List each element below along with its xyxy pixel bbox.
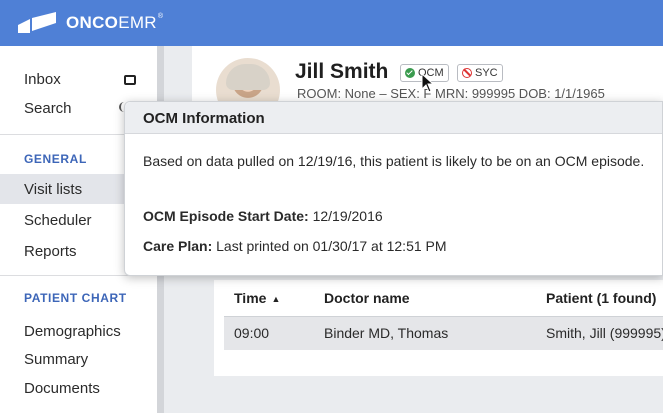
check-circle-icon	[405, 68, 415, 78]
cell-time: 09:00	[234, 325, 270, 341]
ocm-info-popover: OCM Information Based on data pulled on …	[124, 101, 663, 276]
logo-text: ONCOEMR®	[66, 13, 164, 32]
sidebar-item-search[interactable]: Search	[24, 100, 72, 117]
column-header-doctor-name[interactable]: Doctor name	[324, 290, 410, 306]
mouse-cursor-icon	[421, 73, 435, 93]
logo-mark-icon	[18, 12, 56, 33]
column-header-patient[interactable]: Patient (1 found)	[546, 290, 656, 306]
care-plan-label: Care Plan:	[143, 238, 213, 254]
section-patient-chart-title: PATIENT CHART	[24, 291, 127, 305]
inbox-icon[interactable]	[124, 75, 136, 85]
sidebar-item-visit-lists[interactable]: Visit lists	[24, 181, 82, 198]
cell-doctor-name: Binder MD, Thomas	[324, 325, 449, 341]
column-header-time[interactable]: Time ▲	[234, 290, 280, 306]
oncoemr-logo[interactable]: ONCOEMR®	[16, 11, 163, 35]
care-plan-value: Last printed on 01/30/17 at 12:51 PM	[216, 238, 447, 254]
care-plan-row: Care Plan: Last printed on 01/30/17 at 1…	[143, 238, 447, 254]
sidebar-item-reports[interactable]: Reports	[24, 243, 77, 260]
popover-title: OCM Information	[143, 110, 265, 127]
sidebar-item-summary[interactable]: Summary	[24, 351, 88, 368]
top-bar: ONCOEMR®	[0, 0, 663, 46]
ocm-start-date-label: OCM Episode Start Date:	[143, 208, 309, 224]
section-general-title: GENERAL	[24, 152, 87, 166]
ocm-start-date-value: 12/19/2016	[312, 208, 383, 224]
sort-ascending-icon[interactable]: ▲	[271, 294, 280, 304]
sidebar-item-inbox[interactable]: Inbox	[24, 71, 61, 88]
sidebar-item-documents[interactable]: Documents	[24, 380, 100, 397]
popover-body-text: Based on data pulled on 12/19/16, this p…	[143, 153, 645, 169]
syc-badge-label: SYC	[475, 67, 498, 79]
popover-header: OCM Information	[125, 102, 662, 134]
patient-meta-line: ROOM: None – SEX: F MRN: 999995 DOB: 1/1…	[297, 86, 605, 101]
sidebar-item-scheduler[interactable]: Scheduler	[24, 212, 92, 229]
cell-patient[interactable]: Smith, Jill (999995)	[546, 325, 663, 341]
patient-name[interactable]: Jill Smith	[295, 60, 388, 84]
sidebar-item-demographics[interactable]: Demographics	[24, 323, 121, 340]
syc-badge[interactable]: SYC	[457, 64, 503, 82]
ocm-start-date-row: OCM Episode Start Date: 12/19/2016	[143, 208, 383, 224]
prohibited-icon	[462, 68, 472, 78]
